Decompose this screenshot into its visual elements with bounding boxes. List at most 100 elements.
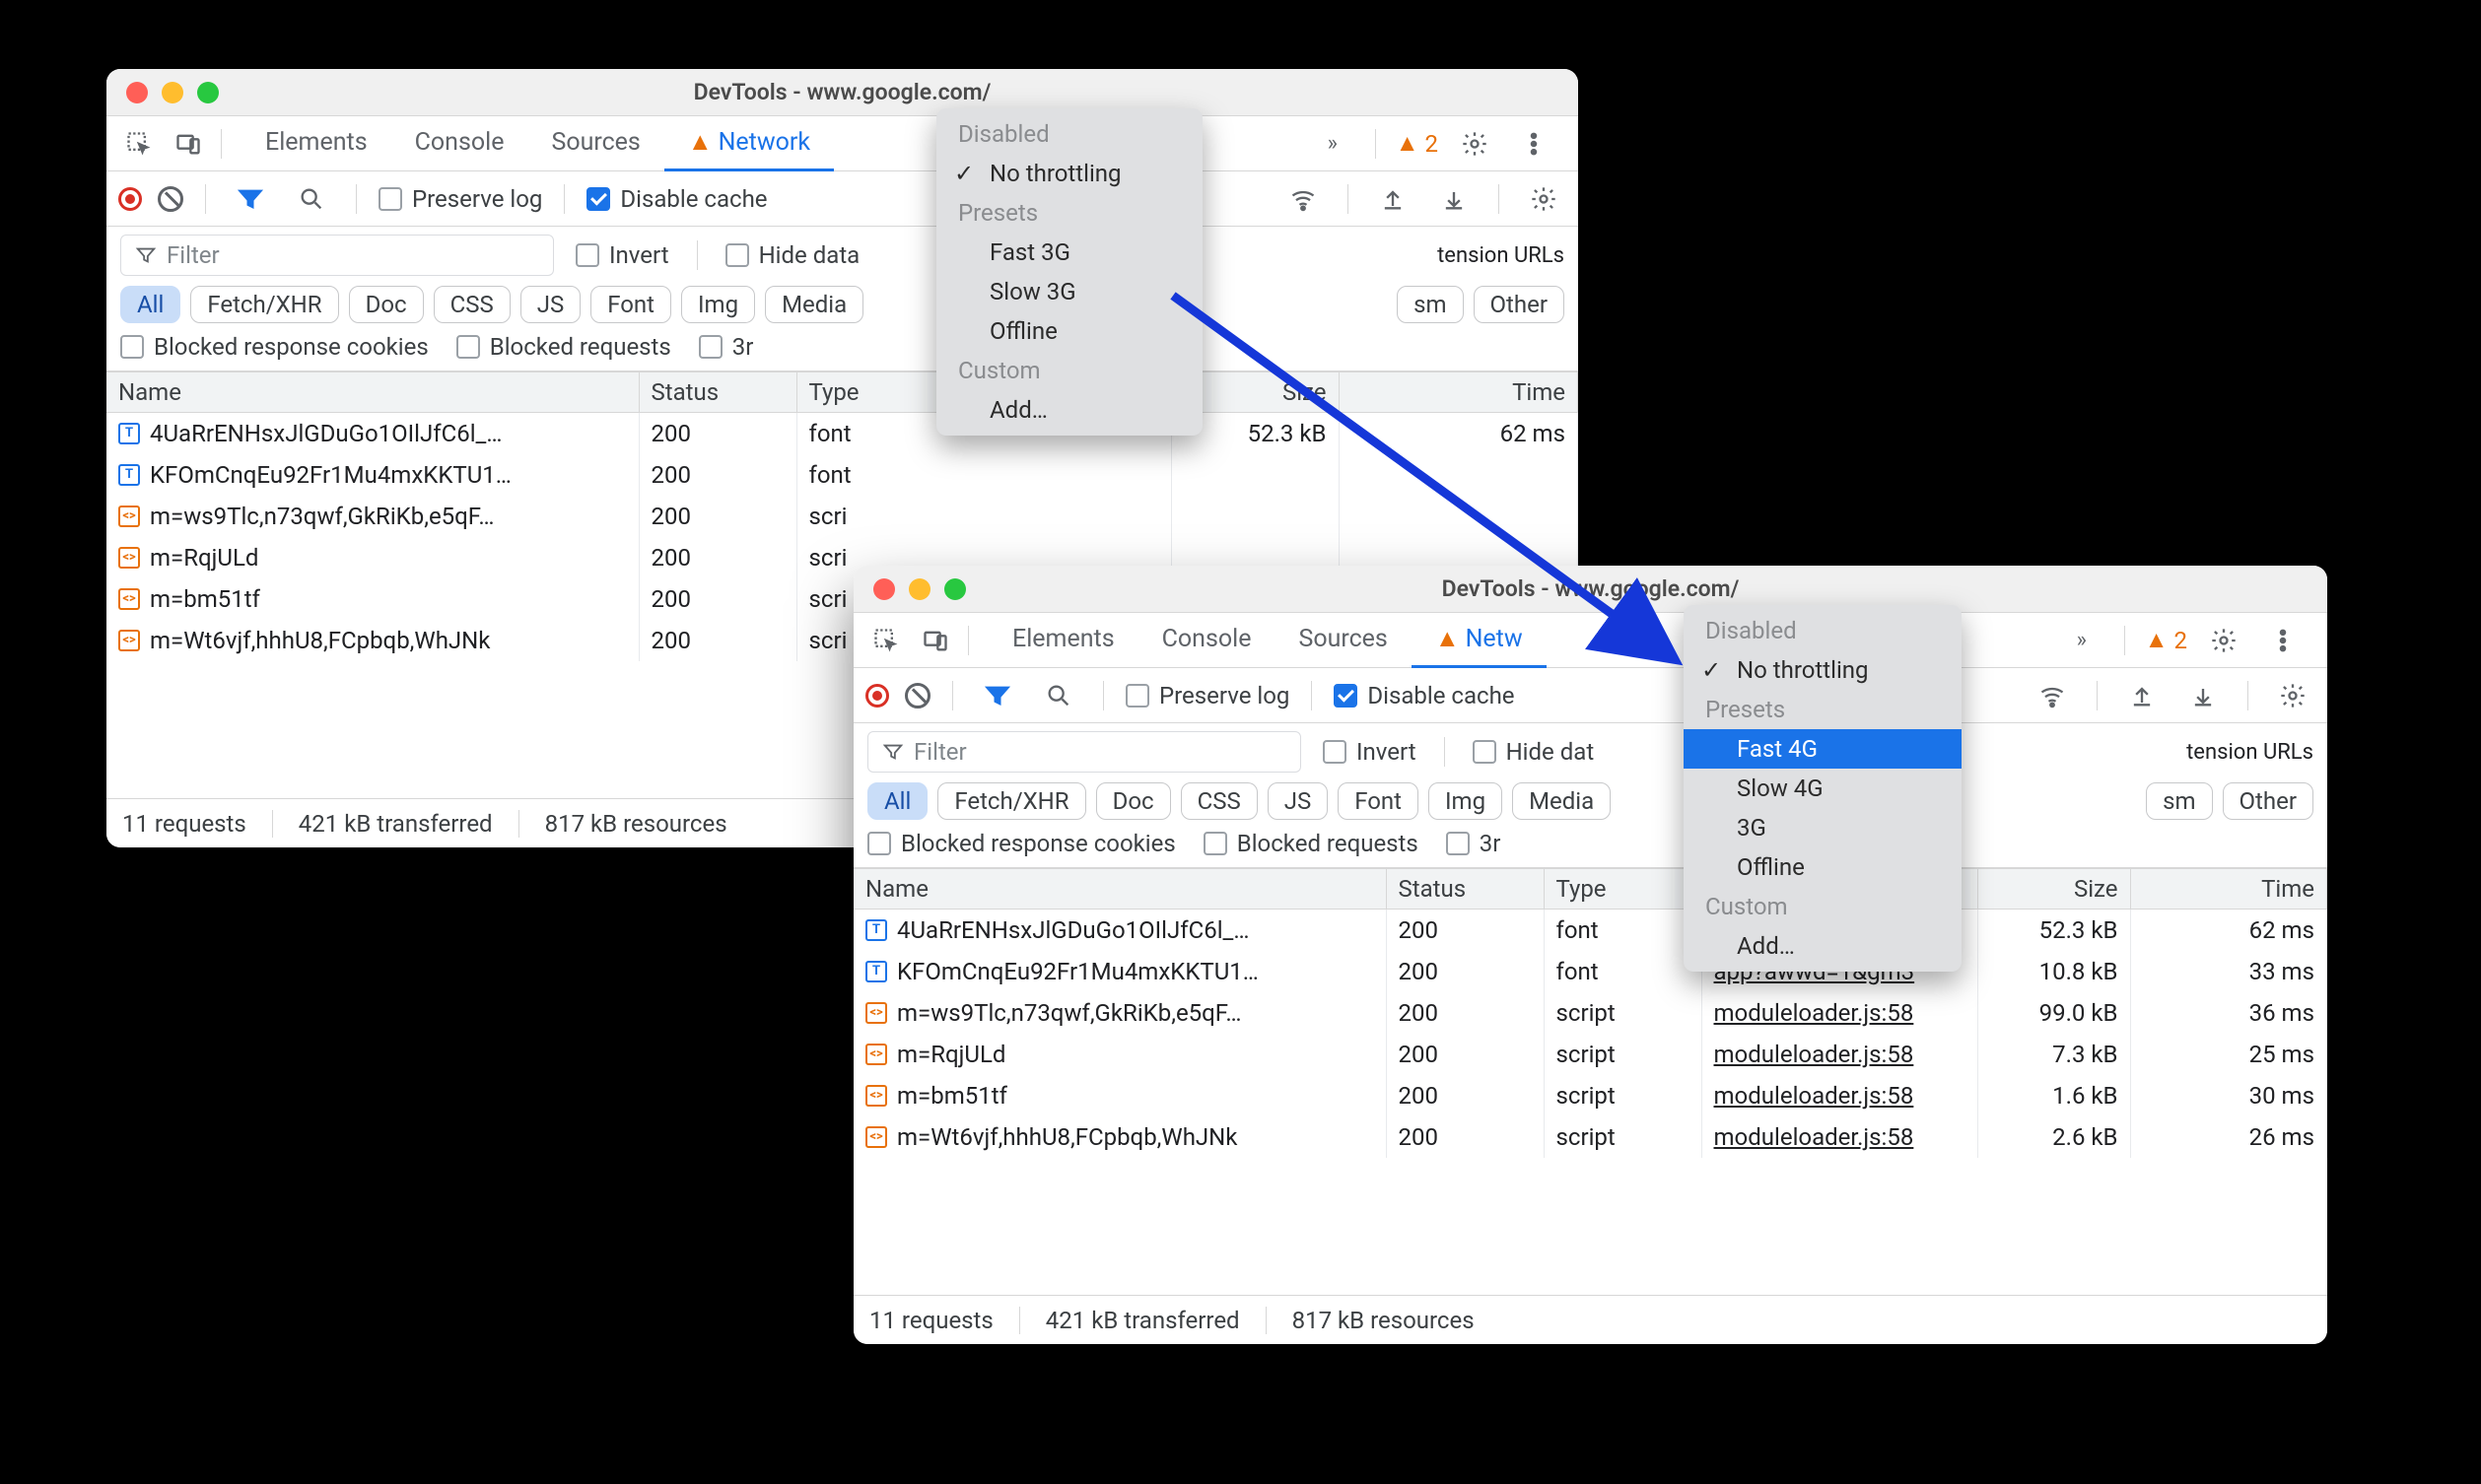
col-status[interactable]: Status xyxy=(639,372,796,413)
dropdown-item[interactable]: No throttling xyxy=(936,154,1203,193)
clear-button[interactable] xyxy=(158,186,183,212)
chip-js[interactable]: JS xyxy=(520,286,582,323)
dropdown-item[interactable]: Offline xyxy=(1684,847,1962,887)
zoom-window-button[interactable] xyxy=(197,82,219,103)
table-row[interactable]: T4UaRrENHsxJlGDuGo1OIlJfC6l_…200fontapp?… xyxy=(854,910,2327,951)
issues-badge[interactable]: ▲2 xyxy=(2145,626,2187,654)
clear-button[interactable] xyxy=(905,683,930,708)
hide-data-urls-checkbox[interactable]: Hide dat xyxy=(1473,738,1595,766)
filter-input[interactable]: Filter xyxy=(867,731,1301,773)
dropdown-item[interactable]: Add… xyxy=(1684,926,1962,966)
dropdown-item[interactable]: No throttling xyxy=(1684,650,1962,690)
chip-doc[interactable]: Doc xyxy=(1096,782,1171,820)
filter-input[interactable]: Filter xyxy=(120,235,554,276)
kebab-menu-icon[interactable] xyxy=(2260,618,2306,663)
chip-media[interactable]: Media xyxy=(765,286,863,323)
chip-css[interactable]: CSS xyxy=(1181,782,1258,820)
disable-cache-checkbox[interactable]: Disable cache xyxy=(586,185,767,213)
chip-all[interactable]: All xyxy=(867,782,928,820)
upload-icon[interactable] xyxy=(1370,176,1415,222)
table-row[interactable]: <>m=Wt6vjf,hhhU8,FCpbqb,WhJNk200scriptmo… xyxy=(854,1116,2327,1158)
chip-img[interactable]: Img xyxy=(1428,782,1502,820)
dropdown-item[interactable]: Fast 3G xyxy=(936,233,1203,272)
more-tabs-button[interactable]: » xyxy=(1310,121,1355,167)
device-toolbar-icon[interactable] xyxy=(913,618,958,663)
minimize-window-button[interactable] xyxy=(162,82,183,103)
blocked-requests-checkbox[interactable]: Blocked requests xyxy=(456,333,671,361)
initiator-link[interactable]: moduleloader.js:58 xyxy=(1714,999,1914,1027)
invert-checkbox[interactable]: Invert xyxy=(576,241,669,269)
table-row[interactable]: TKFOmCnqEu92Fr1Mu4mxKKTU1…200fontapp?aww… xyxy=(854,951,2327,992)
close-window-button[interactable] xyxy=(873,578,895,600)
chip-fetchxhr[interactable]: Fetch/XHR xyxy=(937,782,1085,820)
chip-all[interactable]: All xyxy=(120,286,180,323)
settings-icon[interactable] xyxy=(1452,121,1497,167)
record-button[interactable] xyxy=(865,684,889,708)
blocked-cookies-checkbox[interactable]: Blocked response cookies xyxy=(867,830,1176,857)
cell-status: 200 xyxy=(1386,910,1544,951)
more-tabs-button[interactable]: » xyxy=(2059,618,2104,663)
minimize-window-button[interactable] xyxy=(909,578,930,600)
dropdown-item[interactable]: 3G xyxy=(1684,808,1962,847)
col-time[interactable]: Time xyxy=(2130,869,2327,910)
dropdown-item[interactable]: Slow 4G xyxy=(1684,769,1962,808)
invert-checkbox[interactable]: Invert xyxy=(1323,738,1416,766)
kebab-menu-icon[interactable] xyxy=(1511,121,1556,167)
chip-media[interactable]: Media xyxy=(1512,782,1611,820)
filter-toggle-icon[interactable] xyxy=(975,673,1020,718)
col-name[interactable]: Name xyxy=(106,372,639,413)
blocked-requests-checkbox[interactable]: Blocked requests xyxy=(1204,830,1418,857)
tab-elements[interactable]: Elements xyxy=(241,116,391,171)
initiator-link[interactable]: moduleloader.js:58 xyxy=(1714,1082,1914,1110)
chip-img[interactable]: Img xyxy=(681,286,755,323)
preserve-log-checkbox[interactable]: Preserve log xyxy=(379,185,542,213)
chip-fetchxhr[interactable]: Fetch/XHR xyxy=(190,286,338,323)
search-icon[interactable] xyxy=(289,176,334,222)
inspect-element-icon[interactable] xyxy=(116,121,162,167)
inspect-element-icon[interactable] xyxy=(863,618,909,663)
initiator-link[interactable]: moduleloader.js:58 xyxy=(1714,1123,1914,1151)
zoom-window-button[interactable] xyxy=(944,578,966,600)
chip-font[interactable]: Font xyxy=(590,286,671,323)
device-toolbar-icon[interactable] xyxy=(166,121,211,167)
table-row[interactable]: <>m=RqjULd200scriptmoduleloader.js:587.3… xyxy=(854,1034,2327,1075)
close-window-button[interactable] xyxy=(126,82,148,103)
tab-elements[interactable]: Elements xyxy=(989,613,1138,668)
tab-network[interactable]: ▲Network xyxy=(664,116,834,171)
initiator-link[interactable]: moduleloader.js:58 xyxy=(1714,1041,1914,1068)
wifi-icon[interactable] xyxy=(2030,673,2075,718)
network-settings-icon[interactable] xyxy=(2270,673,2315,718)
col-size[interactable]: Size xyxy=(1977,869,2130,910)
throttling-dropdown[interactable]: DisabledNo throttlingPresetsFast 4GSlow … xyxy=(1684,605,1962,972)
filter-toggle-icon[interactable] xyxy=(228,176,273,222)
network-settings-icon[interactable] xyxy=(1521,176,1566,222)
thirdparty-checkbox[interactable]: 3r xyxy=(1446,830,1501,857)
hide-data-urls-checkbox[interactable]: Hide data xyxy=(725,241,861,269)
download-icon[interactable] xyxy=(2180,673,2226,718)
table-row[interactable]: <>m=ws9Tlc,n73qwf,GkRiKb,e5qF…200scriptm… xyxy=(854,992,2327,1034)
issues-badge[interactable]: ▲2 xyxy=(1396,129,1438,158)
download-icon[interactable] xyxy=(1431,176,1477,222)
chip-css[interactable]: CSS xyxy=(434,286,511,323)
chip-doc[interactable]: Doc xyxy=(349,286,424,323)
table-row[interactable]: <>m=bm51tf200scriptmoduleloader.js:581.6… xyxy=(854,1075,2327,1116)
chip-wasm-cut[interactable]: sm xyxy=(2146,782,2212,820)
chip-js[interactable]: JS xyxy=(1268,782,1329,820)
upload-icon[interactable] xyxy=(2119,673,2165,718)
chip-other[interactable]: Other xyxy=(2223,782,2313,820)
cell-type: script xyxy=(1544,992,1701,1034)
col-type[interactable]: Type xyxy=(1544,869,1701,910)
blocked-cookies-checkbox[interactable]: Blocked response cookies xyxy=(120,333,429,361)
tab-console[interactable]: Console xyxy=(391,116,528,171)
dropdown-item[interactable]: Fast 4G xyxy=(1684,729,1962,769)
thirdparty-checkbox[interactable]: 3r xyxy=(699,333,754,361)
chip-font[interactable]: Font xyxy=(1338,782,1418,820)
wifi-icon[interactable] xyxy=(1280,176,1326,222)
checkbox-icon xyxy=(379,187,402,211)
search-icon[interactable] xyxy=(1036,673,1081,718)
tab-sources[interactable]: Sources xyxy=(527,116,663,171)
col-name[interactable]: Name xyxy=(854,869,1386,910)
record-button[interactable] xyxy=(118,187,142,211)
settings-icon[interactable] xyxy=(2201,618,2246,663)
col-status[interactable]: Status xyxy=(1386,869,1544,910)
